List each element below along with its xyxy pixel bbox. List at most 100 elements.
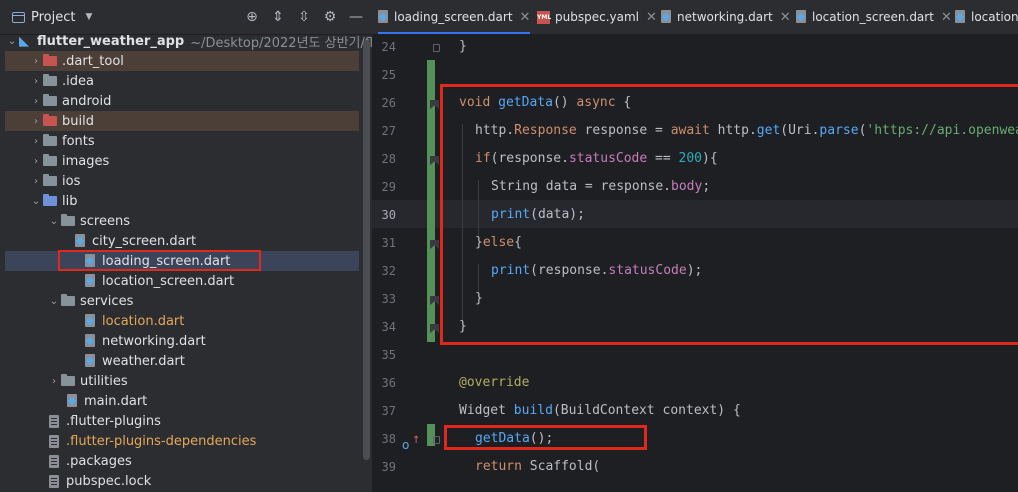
override-icon[interactable]: o (402, 438, 409, 452)
tree-item-pubspec-lock[interactable]: pubspec.lock (5, 471, 359, 491)
tree-item-label: networking.dart (102, 333, 206, 349)
root-name: flutter_weather_app (37, 33, 185, 49)
chevron-down-icon[interactable]: ⌄ (29, 196, 43, 207)
chevron-down-icon[interactable]: ⌄ (47, 216, 61, 227)
chevron-right-icon[interactable]: › (29, 76, 43, 87)
tree-item-label: location.dart (102, 313, 185, 329)
hide-icon[interactable]: — (348, 9, 364, 25)
close-icon[interactable]: ✕ (520, 10, 531, 25)
tree-item-city-screen[interactable]: city_screen.dart (5, 231, 359, 251)
tree-item-label: lib (62, 193, 78, 209)
chevron-down-icon[interactable]: ⌄ (47, 296, 61, 307)
project-panel: Project ▼ ⊕ ⇕ ⇳ ⚙ — ⌄ ◣ flutter_weather_… (0, 0, 382, 492)
chevron-right-icon[interactable]: › (29, 176, 43, 187)
tree-item-networking[interactable]: networking.dart (5, 331, 359, 351)
folder-icon (43, 174, 57, 186)
tree-item-idea[interactable]: › .idea (5, 71, 359, 91)
tree-item-build[interactable]: › build (5, 111, 359, 131)
tree-item-label: services (80, 293, 134, 309)
tree-item-label: utilities (80, 373, 128, 389)
tree-item-screens[interactable]: ⌄ screens (5, 211, 359, 231)
tab-location-screen[interactable]: location_screen.dart ✕ (796, 0, 952, 34)
tab-networking[interactable]: networking.dart ✕ (661, 0, 791, 34)
tree-root-flutter-weather-app[interactable]: ⌄ ◣ flutter_weather_app ~/Desktop/2022년도… (5, 31, 382, 51)
chevron-right-icon[interactable]: › (29, 156, 43, 167)
line-number: 39 (381, 460, 396, 474)
tree-item-label: weather.dart (102, 353, 185, 369)
tree-item-lib[interactable]: ⌄ lib (5, 191, 359, 211)
folder-icon (61, 214, 75, 226)
dart-file-icon (661, 10, 672, 24)
line-number: 24 (381, 40, 396, 54)
chevron-right-icon[interactable]: › (29, 96, 43, 107)
tree-item-services[interactable]: ⌄ services (5, 291, 359, 311)
file-icon (49, 474, 59, 488)
tab-label: loading_screen.dart (394, 10, 513, 24)
folder-icon (43, 54, 57, 66)
close-icon[interactable]: ✕ (646, 10, 657, 25)
tree-item-label: .idea (62, 73, 94, 89)
code-line-39: return Scaffold( (475, 459, 601, 474)
tab-pubspec[interactable]: YML pubspec.yaml ✕ (537, 0, 657, 34)
tab-location[interactable]: location.dart (955, 0, 1018, 34)
project-panel-title: Project (31, 9, 76, 25)
code-line-36: @override (459, 375, 530, 390)
expand-all-icon[interactable]: ⇕ (270, 9, 286, 25)
gear-icon[interactable]: ⚙ (322, 9, 338, 25)
tree-item-label: location_screen.dart (102, 273, 235, 289)
chevron-down-icon[interactable]: ⌄ (5, 36, 19, 47)
tab-label: networking.dart (677, 10, 773, 24)
tree-item-fonts[interactable]: › fonts (5, 131, 359, 151)
chevron-right-icon[interactable]: › (29, 116, 43, 127)
line-number: 29 (381, 180, 396, 194)
dart-file-icon (67, 394, 78, 408)
fold-icon[interactable] (433, 436, 440, 444)
tree-item-location[interactable]: location.dart (5, 311, 359, 331)
collapse-all-icon[interactable]: ⇳ (296, 9, 312, 25)
chevron-right-icon[interactable]: › (47, 376, 61, 387)
tree-item-weather[interactable]: weather.dart (5, 351, 359, 371)
tree-item-label: .packages (66, 453, 132, 469)
tree-item-ios[interactable]: › ios (5, 171, 359, 191)
close-icon[interactable]: ✕ (780, 10, 791, 25)
project-view-selector[interactable]: Project ▼ (12, 0, 92, 34)
dart-file-icon (75, 234, 86, 248)
line-number: 28 (381, 152, 396, 166)
tab-loading-screen[interactable]: loading_screen.dart ✕ (378, 0, 531, 34)
tree-item-label: images (62, 153, 110, 169)
tree-item-android[interactable]: › android (5, 91, 359, 111)
tree-item-main[interactable]: main.dart (5, 391, 359, 411)
tree-item-images[interactable]: › images (5, 151, 359, 171)
chevron-right-icon[interactable]: › (29, 136, 43, 147)
fold-icon[interactable] (433, 44, 440, 52)
folder-icon (43, 194, 57, 206)
project-scrollbar[interactable] (363, 40, 370, 460)
project-panel-header: Project ▼ ⊕ ⇕ ⇳ ⚙ — (0, 0, 372, 35)
line-number: 36 (381, 376, 396, 390)
highlight-box-loading-screen (58, 250, 261, 271)
close-icon[interactable]: ✕ (941, 10, 952, 25)
tree-item-label: main.dart (84, 393, 148, 409)
dart-file-icon (378, 10, 389, 24)
tree-item-dart-tool[interactable]: › .dart_tool (5, 51, 359, 71)
editor-tabs: loading_screen.dart ✕ YML pubspec.yaml ✕… (372, 0, 1018, 35)
tree-item-location-screen[interactable]: location_screen.dart (5, 271, 359, 291)
line-number: 34 (381, 320, 396, 334)
tree-item-flutter-plugins[interactable]: .flutter-plugins (5, 411, 359, 431)
file-icon (49, 414, 59, 428)
project-window-icon (12, 11, 25, 23)
project-toolbar: ⊕ ⇕ ⇳ ⚙ — (244, 0, 364, 34)
highlight-box-getdata-function (440, 84, 1018, 345)
tree-item-packages[interactable]: .packages (5, 451, 359, 471)
chevron-down-icon: ▼ (85, 12, 93, 22)
tree-item-label: fonts (62, 133, 95, 149)
code-line-24: } (459, 39, 467, 54)
tree-item-label: android (62, 93, 112, 109)
root-path: ~/Desktop/2022년도 상반기/flu (190, 35, 382, 51)
tree-item-flutter-plugins-dependencies[interactable]: .flutter-plugins-dependencies (5, 431, 359, 451)
locate-file-icon[interactable]: ⊕ (244, 9, 260, 25)
line-number: 37 (381, 404, 396, 418)
chevron-right-icon[interactable]: › (29, 56, 43, 67)
tree-item-utilities[interactable]: › utilities (5, 371, 359, 391)
code-line-37: Widget build(BuildContext context) { (459, 403, 741, 418)
